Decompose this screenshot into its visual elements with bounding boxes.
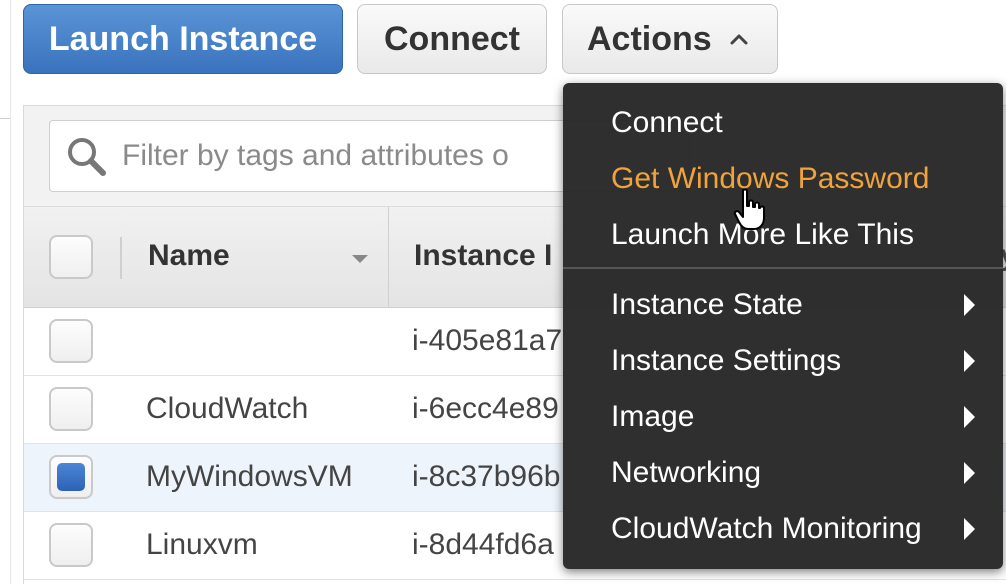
launch-instance-button[interactable]: Launch Instance: [23, 4, 343, 74]
menu-item-label: Instance Settings: [611, 344, 842, 377]
menu-item-get-windows-password[interactable]: Get Windows Password: [563, 151, 1003, 207]
actions-dropdown-menu: Connect Get Windows Password Launch More…: [563, 83, 1003, 569]
chevron-right-icon: [964, 518, 975, 540]
row-instance-id: i-8c37b96b: [412, 460, 561, 493]
left-panel-edge: [0, 0, 11, 584]
menu-item-instance-settings[interactable]: Instance Settings: [563, 333, 1003, 389]
menu-separator: [563, 267, 1003, 269]
search-icon: [68, 138, 106, 176]
row-name: CloudWatch: [146, 392, 309, 425]
left-panel-divider: [0, 118, 10, 584]
row-checkbox-checked[interactable]: [49, 455, 93, 499]
column-header-instance-id[interactable]: Instance I: [414, 239, 552, 273]
hand-pointer-icon: [733, 188, 765, 230]
menu-item-label: Connect: [611, 106, 723, 139]
column-separator: [388, 207, 389, 307]
connect-button[interactable]: Connect: [357, 4, 547, 74]
row-name: MyWindowsVM: [146, 460, 353, 493]
menu-item-image[interactable]: Image: [563, 389, 1003, 445]
chevron-up-icon: [730, 34, 748, 45]
actions-button[interactable]: Actions: [562, 4, 778, 74]
row-instance-id: i-8d44fd6a: [412, 528, 554, 561]
menu-item-connect[interactable]: Connect: [563, 95, 1003, 151]
header-divider: [120, 237, 122, 279]
chevron-right-icon: [964, 406, 975, 428]
chevron-right-icon: [964, 350, 975, 372]
column-header-name[interactable]: Name: [148, 239, 230, 273]
row-checkbox[interactable]: [49, 387, 93, 431]
row-name: Linuxvm: [146, 528, 258, 561]
menu-item-cloudwatch-monitoring[interactable]: CloudWatch Monitoring: [563, 501, 1003, 557]
menu-item-label: Image: [611, 400, 695, 433]
menu-item-instance-state[interactable]: Instance State: [563, 277, 1003, 333]
menu-item-label: Get Windows Password: [611, 162, 930, 195]
chevron-right-icon: [964, 462, 975, 484]
menu-item-networking[interactable]: Networking: [563, 445, 1003, 501]
row-checkbox[interactable]: [49, 523, 93, 567]
actions-button-label: Actions: [587, 19, 712, 58]
menu-item-label: Instance State: [611, 288, 803, 321]
menu-item-label: CloudWatch Monitoring: [611, 512, 922, 545]
sort-down-icon[interactable]: [352, 255, 368, 263]
select-all-checkbox[interactable]: [49, 235, 93, 279]
menu-item-label: Networking: [611, 456, 762, 489]
row-instance-id: i-6ecc4e89: [412, 392, 559, 425]
row-checkbox[interactable]: [49, 319, 93, 363]
menu-item-launch-more-like-this[interactable]: Launch More Like This: [563, 207, 1003, 263]
row-instance-id: i-405e81a7: [412, 324, 563, 357]
chevron-right-icon: [964, 294, 975, 316]
